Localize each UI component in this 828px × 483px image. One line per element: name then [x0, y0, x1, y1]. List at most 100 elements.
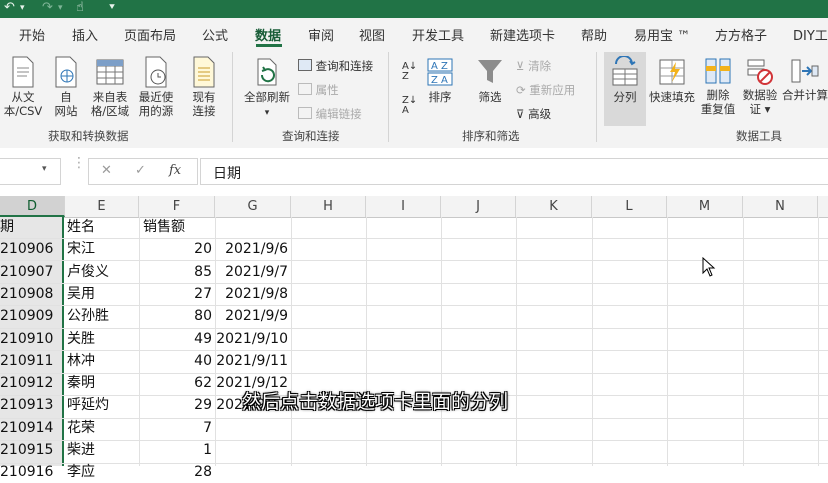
cell-d2[interactable]: 210906	[0, 238, 62, 260]
column-header-d[interactable]: D	[0, 196, 65, 217]
cell-f1[interactable]: 销售额	[143, 216, 213, 238]
cell-f11[interactable]: 1	[139, 439, 212, 461]
cell-d1[interactable]: 期	[0, 216, 62, 238]
recent-sources-button[interactable]: 最近使 用的源	[134, 56, 178, 118]
tab-developer[interactable]: 开发工具	[412, 25, 464, 44]
filter-button[interactable]: 筛选	[472, 56, 508, 104]
formula-input[interactable]: 日期	[200, 158, 828, 185]
sort-az-button[interactable]: A↓ Z	[402, 62, 417, 82]
cell-e7[interactable]: 林冲	[67, 350, 137, 372]
data-validation-button[interactable]: 数据验 证 ▾	[740, 56, 780, 116]
queries-connections-button[interactable]: 查询和连接	[298, 58, 373, 74]
column-header-e[interactable]: E	[65, 196, 139, 217]
column-header-j[interactable]: J	[441, 196, 516, 217]
cell-d5[interactable]: 210909	[0, 305, 62, 327]
cell-f5[interactable]: 80	[139, 305, 212, 327]
cell-e11[interactable]: 柴进	[67, 439, 137, 461]
sort-za-button[interactable]: Z↓ A	[402, 96, 417, 116]
cell-e4[interactable]: 吴用	[67, 283, 137, 305]
flash-fill-button[interactable]: 快速填充	[648, 56, 696, 104]
tab-data[interactable]: 数据	[255, 25, 281, 44]
existing-connections-button[interactable]: 现有 连接	[186, 56, 222, 118]
cell-f3[interactable]: 85	[139, 261, 212, 283]
cell-d11[interactable]: 210915	[0, 439, 62, 461]
name-box[interactable]: ▾	[0, 158, 61, 185]
from-csv-button[interactable]: 从文 本/CSV	[2, 56, 44, 118]
tab-easy[interactable]: 易用宝 ™	[634, 25, 690, 44]
reapply-button[interactable]: ⟳ 重新应用	[516, 82, 575, 98]
column-header-g[interactable]: G	[215, 196, 291, 217]
cell-g6[interactable]: 2021/9/10	[215, 328, 288, 350]
cell-e12[interactable]: 李应	[67, 461, 137, 483]
insert-function-icon[interactable]: fx	[169, 163, 181, 178]
cell-g5[interactable]: 2021/9/9	[215, 305, 288, 327]
cell-e9[interactable]: 呼延灼	[67, 394, 137, 416]
cell-e6[interactable]: 关胜	[67, 328, 137, 350]
cell-e2[interactable]: 宋江	[67, 238, 137, 260]
column-header-l[interactable]: L	[592, 196, 667, 217]
tab-formulas[interactable]: 公式	[202, 25, 228, 44]
text-to-columns-button[interactable]: 分列	[604, 56, 646, 104]
cell-f9[interactable]: 29	[139, 394, 212, 416]
remove-duplicates-button[interactable]: 删除 重复值	[698, 56, 738, 116]
cell-d4[interactable]: 210908	[0, 283, 62, 305]
tab-ffgz[interactable]: 方方格子	[715, 25, 767, 44]
cell-e1[interactable]: 姓名	[67, 216, 137, 238]
cell-d7[interactable]: 210911	[0, 350, 62, 372]
tab-new[interactable]: 新建选项卡	[490, 25, 555, 44]
from-web-button[interactable]: 自 网站	[48, 56, 84, 118]
confirm-entry-icon[interactable]: ✓	[135, 163, 146, 178]
cell-d3[interactable]: 210907	[0, 261, 62, 283]
column-header-i[interactable]: I	[366, 196, 441, 217]
edit-links-button[interactable]: 编辑链接	[298, 106, 362, 122]
redo-icon[interactable]: ↷	[42, 0, 53, 18]
column-header-f[interactable]: F	[139, 196, 215, 217]
cell-g4[interactable]: 2021/9/8	[215, 283, 288, 305]
undo-icon[interactable]: ↶	[4, 0, 15, 18]
cell-g2[interactable]: 2021/9/6	[215, 238, 288, 260]
cell-e5[interactable]: 公孙胜	[67, 305, 137, 327]
cell-f2[interactable]: 20	[139, 238, 212, 260]
tab-page-layout[interactable]: 页面布局	[124, 25, 176, 44]
cell-d12[interactable]: 210916	[0, 461, 62, 483]
clear-button[interactable]: ⊻ 清除	[516, 58, 551, 74]
cell-e10[interactable]: 花荣	[67, 417, 137, 439]
tab-view[interactable]: 视图	[359, 25, 385, 44]
cell-d8[interactable]: 210912	[0, 372, 62, 394]
advanced-button[interactable]: ⊽ 高级	[516, 106, 551, 122]
tab-home[interactable]: 开始	[19, 25, 45, 44]
cell-f4[interactable]: 27	[139, 283, 212, 305]
tab-insert[interactable]: 插入	[72, 25, 98, 44]
cell-f12[interactable]: 28	[139, 461, 212, 483]
column-header-k[interactable]: K	[516, 196, 592, 217]
tab-diy[interactable]: DIY工	[793, 25, 828, 44]
tab-help[interactable]: 帮助	[581, 25, 607, 44]
from-table-button[interactable]: 来自表 格/区域	[88, 56, 132, 118]
name-box-dropdown-icon[interactable]: ▾	[42, 164, 47, 174]
cell-d9[interactable]: 210913	[0, 394, 62, 416]
cell-g7[interactable]: 2021/9/11	[215, 350, 288, 372]
cell-d10[interactable]: 210914	[0, 417, 62, 439]
tab-review[interactable]: 审阅	[308, 25, 334, 44]
cell-f6[interactable]: 49	[139, 328, 212, 350]
properties-button[interactable]: 属性	[298, 82, 339, 98]
cell-f7[interactable]: 40	[139, 350, 212, 372]
consolidate-button[interactable]: 合并计算	[782, 56, 828, 102]
customize-qat-icon[interactable]: ⯆	[108, 0, 116, 18]
column-header-h[interactable]: H	[291, 196, 366, 217]
column-header-n[interactable]: N	[743, 196, 818, 217]
cell-d6[interactable]: 210910	[0, 328, 62, 350]
cell-f8[interactable]: 62	[139, 372, 212, 394]
cancel-entry-icon[interactable]: ✕	[101, 163, 112, 178]
sort-button[interactable]: A Z Z A 排序	[424, 56, 456, 104]
formula-bar-grip-icon[interactable]: ⋮	[72, 156, 86, 170]
cell-e3[interactable]: 卢俊义	[67, 261, 137, 283]
cell-g3[interactable]: 2021/9/7	[215, 261, 288, 283]
touch-mode-icon[interactable]: ☝	[76, 0, 84, 18]
undo-dropdown-icon[interactable]: ▾	[20, 0, 25, 18]
cell-e8[interactable]: 秦明	[67, 372, 137, 394]
redo-dropdown-icon[interactable]: ▾	[58, 0, 63, 18]
cell-f10[interactable]: 7	[139, 417, 212, 439]
refresh-all-button[interactable]: 全部刷新 ▾	[240, 56, 294, 120]
column-header-m[interactable]: M	[667, 196, 743, 217]
